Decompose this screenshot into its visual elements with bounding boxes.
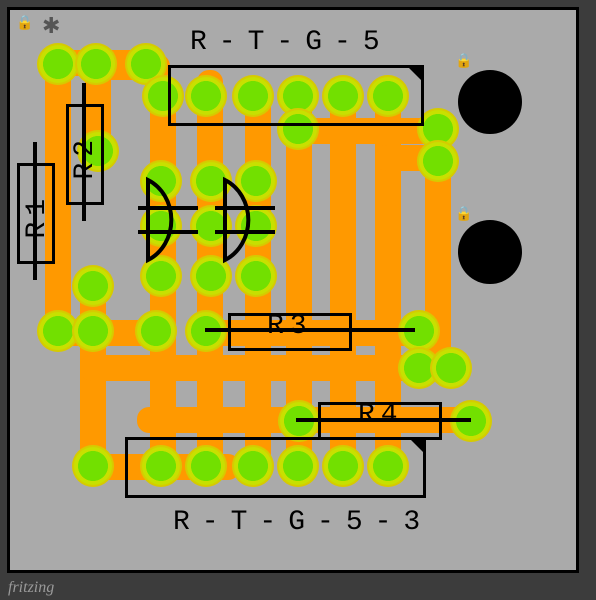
component-led2[interactable]	[205, 170, 295, 270]
lock-icon: 🔒	[455, 205, 472, 222]
header-bottom	[125, 437, 426, 498]
silkscreen-r2: R2	[70, 134, 101, 180]
silkscreen-r1: R1	[22, 193, 53, 239]
header-top	[168, 65, 424, 126]
lock-icon: 🔒	[16, 14, 33, 31]
pad	[135, 310, 177, 352]
pad	[72, 265, 114, 307]
pad	[37, 43, 79, 85]
silkscreen-label-bottom: R-T-G-5-3	[173, 507, 432, 538]
pad	[417, 140, 459, 182]
pcb-outline[interactable]: R-T-G-5 R-T-G-5-3 R1 R2 R3 R4 🔒 ✱ 🔒 🔒	[7, 7, 579, 573]
mounting-hole	[458, 70, 522, 134]
pcb-canvas[interactable]: R-T-G-5 R-T-G-5-3 R1 R2 R3 R4 🔒 ✱ 🔒 🔒 fr…	[0, 0, 596, 600]
silkscreen-r3: R3	[267, 311, 313, 342]
pad	[75, 43, 117, 85]
silkscreen-label-top: R-T-G-5	[190, 27, 392, 58]
watermark: fritzing	[8, 579, 54, 597]
notch-icon: ✱	[42, 13, 60, 39]
mounting-hole	[458, 220, 522, 284]
pad	[430, 347, 472, 389]
lock-icon: 🔒	[455, 52, 472, 69]
pad	[72, 445, 114, 487]
silkscreen-r4: R4	[358, 400, 404, 431]
pad	[72, 310, 114, 352]
